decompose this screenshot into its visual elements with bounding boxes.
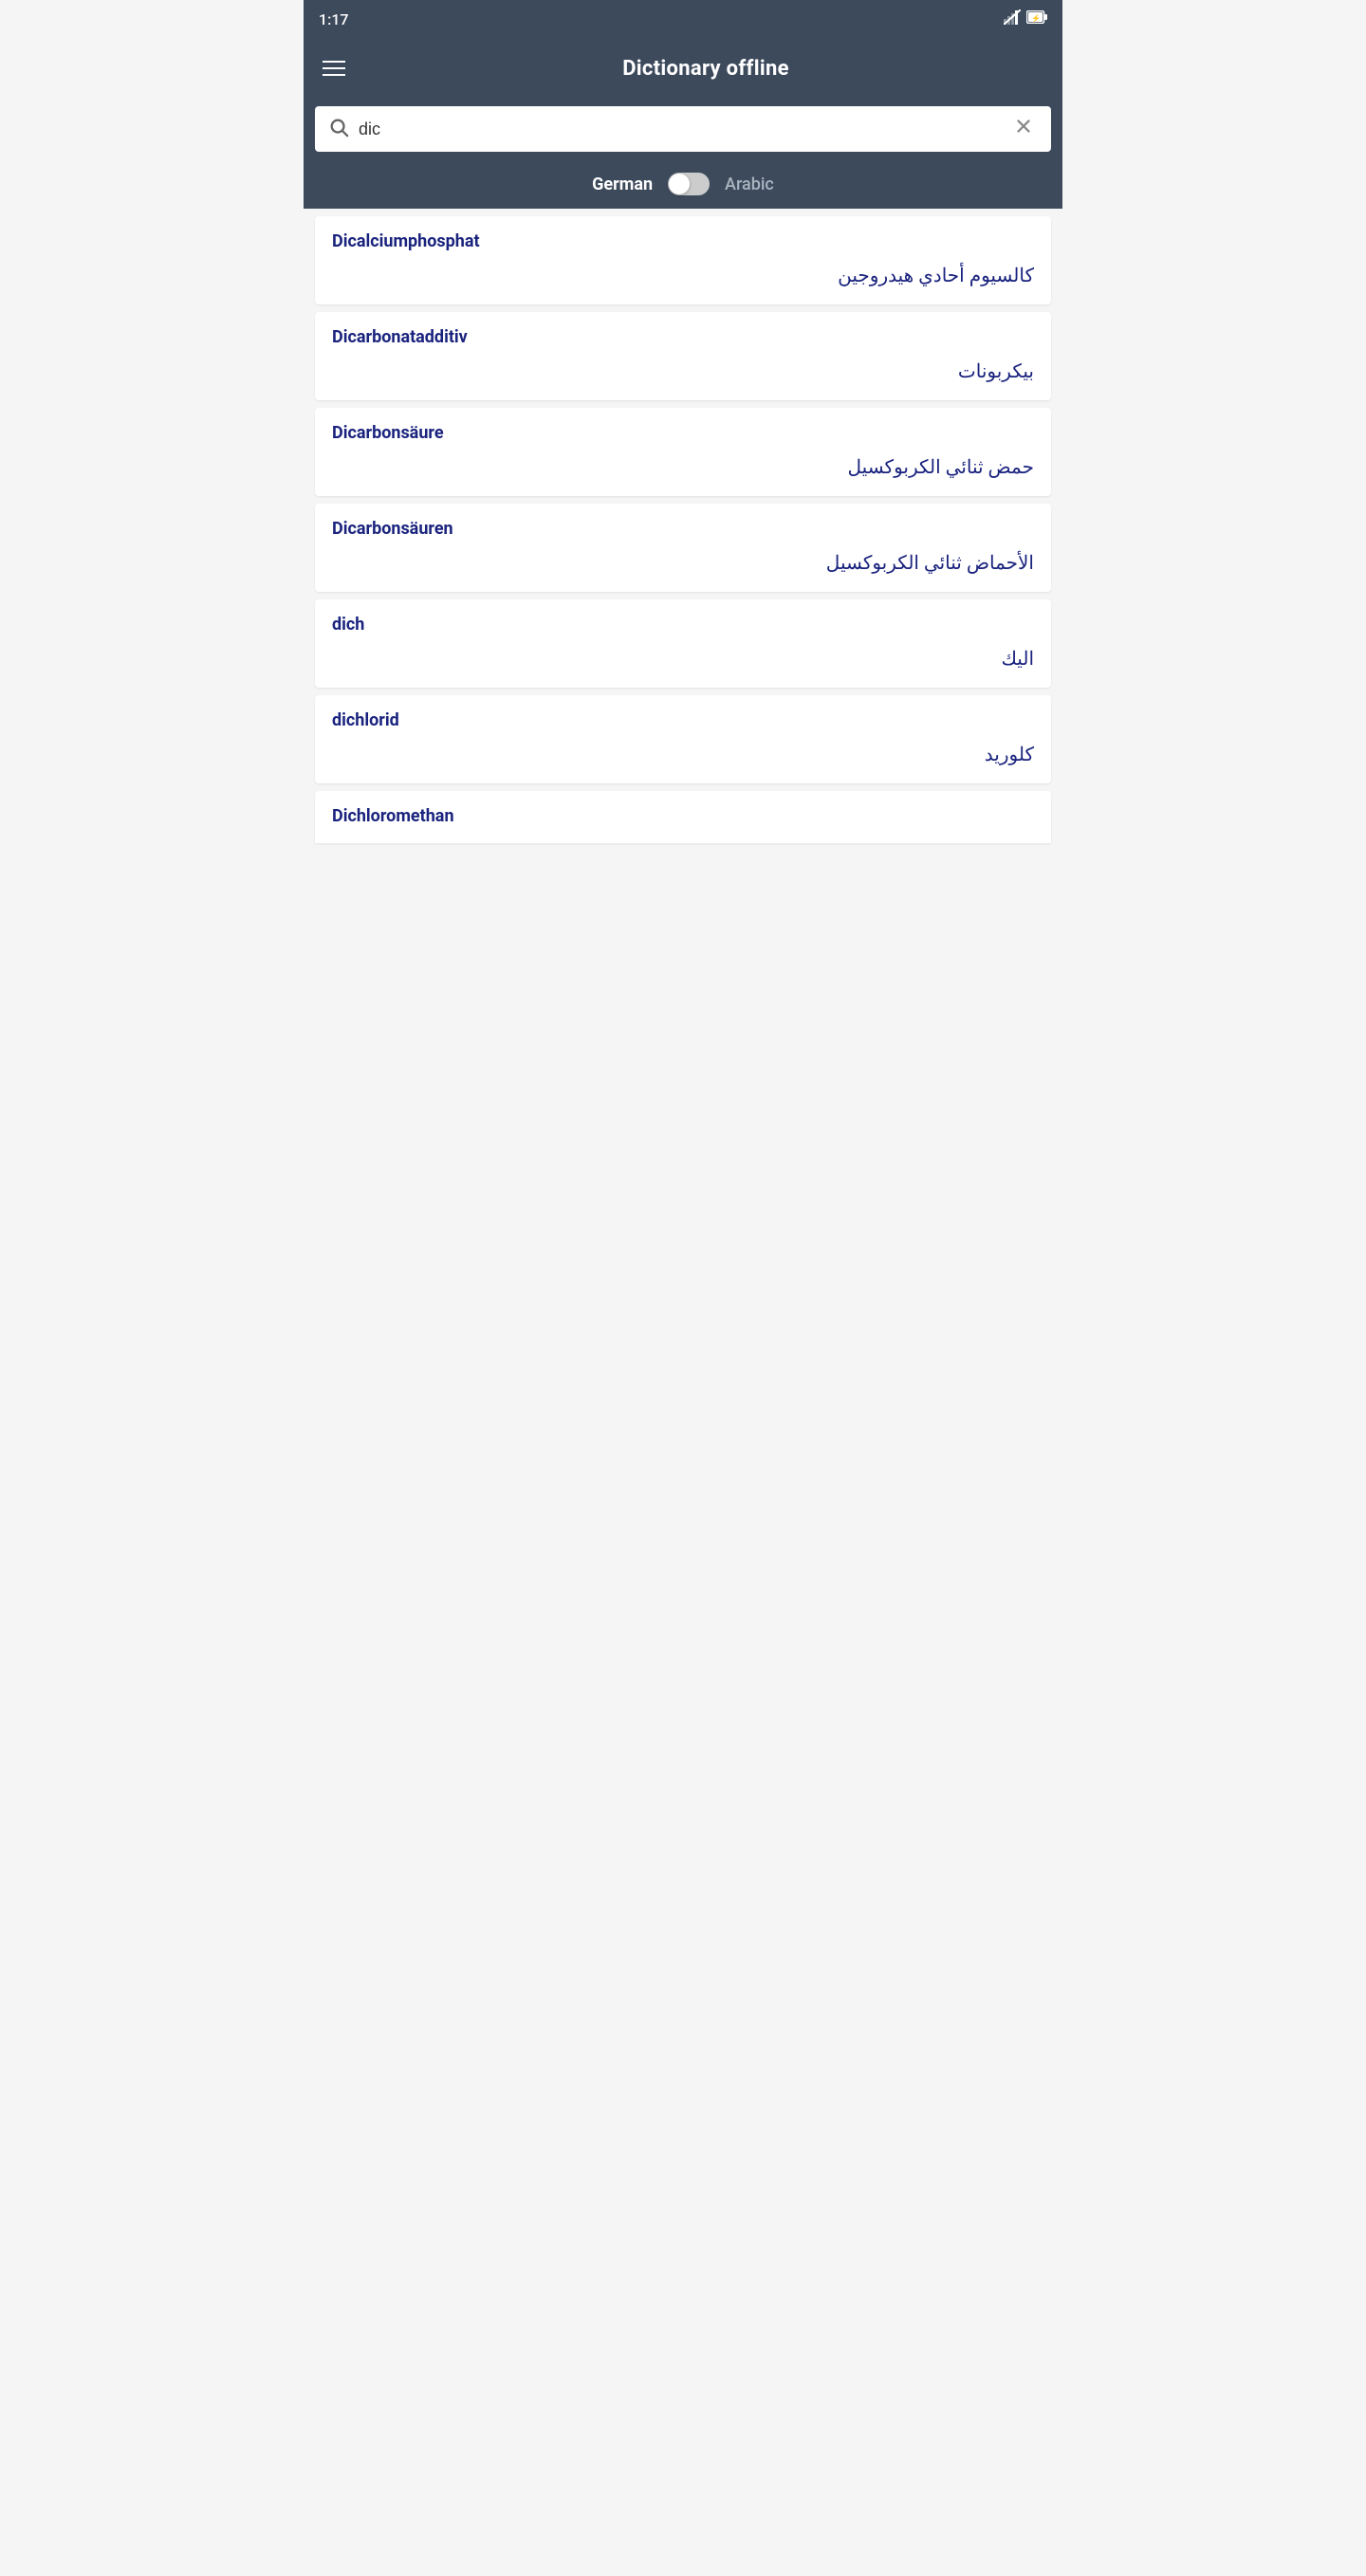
german-word: Dicarbonsäuren [332,519,1034,539]
arabic-label[interactable]: Arabic [725,175,774,194]
battery-icon: ⚡ [1026,10,1047,28]
german-word: Dicarbonsäure [332,423,1034,443]
hamburger-line-1 [323,61,345,63]
menu-button[interactable] [319,57,349,80]
list-item[interactable]: Dicarbonatadditiv بيكربونات [315,312,1051,400]
clear-search-button[interactable] [1009,116,1038,142]
german-word: Dicalciumphosphat [332,231,1034,251]
app-title: Dictionary offline [364,57,1047,81]
list-item[interactable]: Dicarbonsäuren الأحماض ثنائي الكربوكسيل [315,504,1051,592]
status-time: 1:17 [319,10,349,28]
app-header: Dictionary offline [304,38,1062,99]
list-item[interactable]: dichlorid كلوريد [315,695,1051,783]
german-word: dichlorid [332,710,1034,730]
list-item[interactable]: Dichloromethan [315,791,1051,843]
status-bar: 1:17 ⚡ [304,0,1062,38]
german-word: Dicarbonatadditiv [332,327,1034,347]
arabic-translation: كالسيوم أحادي هيدروجين [332,261,1034,289]
language-toggle-switch[interactable] [668,173,710,195]
list-item[interactable]: dich اليك [315,599,1051,688]
search-input-wrapper [315,106,1051,152]
arabic-translation: بيكربونات [332,357,1034,385]
german-word: Dichloromethan [332,806,1034,826]
search-bar-container [304,99,1062,163]
list-item[interactable]: Dicarbonsäure حمض ثنائي الكربوكسيل [315,408,1051,496]
hamburger-line-3 [323,74,345,76]
arabic-translation: كلوريد [332,740,1034,768]
status-icons: ⚡ [1004,9,1047,28]
hamburger-line-2 [323,67,345,69]
search-input[interactable] [359,120,1009,139]
german-label[interactable]: German [592,175,653,194]
language-toggle-bar: German Arabic [304,163,1062,209]
arabic-translation: حمض ثنائي الكربوكسيل [332,452,1034,481]
results-list: Dicalciumphosphat كالسيوم أحادي هيدروجين… [304,209,1062,851]
arabic-translation: الأحماض ثنائي الكربوكسيل [332,548,1034,577]
search-icon [328,117,349,142]
signal-icon [1004,9,1021,28]
list-item[interactable]: Dicalciumphosphat كالسيوم أحادي هيدروجين [315,216,1051,304]
toggle-thumb [669,174,690,194]
svg-text:⚡: ⚡ [1031,13,1041,23]
german-word: dich [332,615,1034,635]
arabic-translation: اليك [332,644,1034,672]
